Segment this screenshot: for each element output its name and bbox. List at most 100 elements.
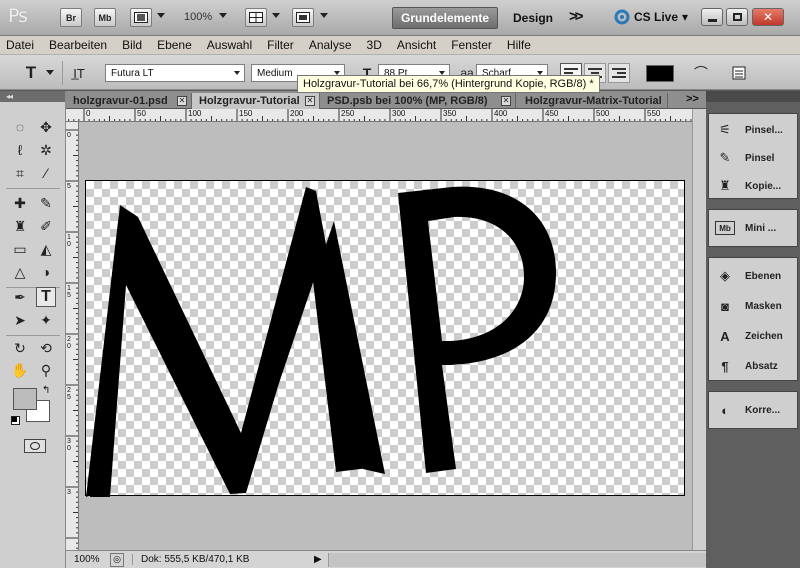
menu-bild[interactable]: Bild — [122, 38, 142, 52]
healing-brush-tool-icon[interactable]: ✚ — [10, 193, 30, 213]
bridge-button[interactable]: Br — [60, 8, 82, 27]
menu-auswahl[interactable]: Auswahl — [207, 38, 252, 52]
path-selection-tool-icon[interactable]: ➤ — [10, 310, 30, 330]
letter-m-shape-main — [90, 187, 368, 497]
move-tool-icon[interactable]: ✥ — [36, 117, 56, 137]
tool-preset-dropdown-icon[interactable] — [46, 70, 54, 75]
menu-fenster[interactable]: Fenster — [451, 38, 492, 52]
ruler-tick-label: 50 — [137, 109, 146, 118]
font-family-select[interactable]: Futura LT — [105, 64, 245, 82]
brush-tool-icon[interactable]: ✎ — [36, 193, 56, 213]
status-menu-arrow-icon[interactable]: ▶ — [314, 554, 328, 565]
mp-text-layer[interactable] — [86, 181, 686, 497]
document-workspace[interactable] — [79, 122, 692, 550]
history-brush-tool-icon[interactable]: ✐ — [36, 216, 56, 236]
blur-tool-icon[interactable]: △ — [10, 262, 30, 282]
screen-mode-button[interactable] — [292, 8, 314, 27]
eraser-tool-icon[interactable]: ▭ — [10, 239, 30, 259]
quick-mask-button[interactable] — [24, 439, 46, 453]
panel-mini-bridge[interactable]: Mb Mini ... — [711, 216, 797, 240]
align-right-button[interactable] — [608, 63, 630, 83]
horizontal-scrollbar[interactable] — [328, 552, 706, 567]
menu-3d[interactable]: 3D — [367, 38, 382, 52]
panel-adjustments[interactable]: ◐ Korre... — [711, 398, 797, 422]
panel-paragraph[interactable]: ¶ Absatz — [711, 354, 797, 378]
vertical-scrollbar[interactable] — [692, 109, 706, 550]
panel-dock-header[interactable] — [706, 91, 800, 102]
cs-live-dropdown-icon: ▾ — [682, 10, 689, 24]
panel-layers[interactable]: ◈ Ebenen — [711, 264, 797, 288]
menu-datei[interactable]: Datei — [6, 38, 34, 52]
crop-tool-icon[interactable]: ⌗ — [10, 163, 30, 183]
minimize-button[interactable] — [701, 8, 723, 26]
tab-close-icon[interactable]: ✕ — [305, 96, 315, 106]
tab-close-icon[interactable]: ✕ — [501, 96, 511, 106]
view-extras-dropdown-icon[interactable] — [157, 13, 165, 18]
panel-brush[interactable]: ✎ Pinsel — [711, 146, 797, 170]
panel-character[interactable]: A Zeichen — [711, 324, 797, 348]
restore-button[interactable] — [726, 8, 748, 26]
document-size-info[interactable]: Dok: 555,5 KB/470,1 KB — [132, 554, 314, 565]
mini-bridge-button[interactable]: Mb — [94, 8, 116, 27]
panel-clone-source[interactable]: ♜ Kopie... — [711, 174, 797, 198]
zoom-level[interactable]: 100% — [184, 11, 212, 23]
marquee-tool-icon[interactable]: ◌ — [10, 117, 30, 137]
menu-analyse[interactable]: Analyse — [309, 38, 352, 52]
clone-stamp-tool-icon[interactable]: ♜ — [10, 216, 30, 236]
tool-preset-picker-icon[interactable]: T — [20, 63, 42, 83]
arrange-documents-button[interactable] — [245, 8, 267, 27]
tabs-overflow-icon[interactable]: >> — [686, 93, 699, 105]
3d-orbit-tool-icon[interactable]: ⟲ — [36, 338, 56, 358]
menu-ansicht[interactable]: Ansicht — [397, 38, 436, 52]
type-tool-icon[interactable]: T — [36, 287, 56, 307]
more-workspaces-icon[interactable]: >> — [569, 8, 583, 25]
lasso-tool-icon[interactable]: ℓ — [10, 140, 30, 160]
pen-tool-icon[interactable]: ✒ — [10, 287, 30, 307]
custom-shape-tool-icon[interactable]: ✦ — [36, 310, 56, 330]
character-panel-toggle-icon[interactable] — [728, 63, 750, 83]
tab-holzgravur-matrix-tutorial[interactable]: Holzgravur-Matrix-Tutorial — [518, 93, 668, 109]
tab-holzgravur-01[interactable]: holzgravur-01.psd ✕ — [66, 93, 192, 109]
zoom-tool-icon[interactable]: ⚲ — [36, 360, 56, 380]
close-button[interactable]: ✕ — [752, 8, 784, 26]
default-colors-icon[interactable] — [11, 416, 20, 425]
ruler-horizontal: 0501001502002503003504004505005506 — [66, 109, 692, 122]
3d-rotate-tool-icon[interactable]: ↻ — [10, 338, 30, 358]
status-zoom-field[interactable]: 100% — [66, 554, 110, 565]
toggle-text-orientation-icon[interactable]: I̲T — [68, 63, 90, 83]
paint-bucket-tool-icon[interactable]: ◭ — [36, 239, 56, 259]
status-info-icon[interactable]: ◎ — [110, 552, 124, 567]
view-extras-button[interactable] — [130, 8, 152, 27]
zoom-dropdown-icon[interactable] — [219, 13, 227, 18]
tab-close-icon[interactable]: ✕ — [177, 96, 187, 106]
workspace-grundelemente-button[interactable]: Grundelemente — [392, 7, 498, 29]
eyedropper-tool-icon[interactable]: ⁄ — [36, 163, 56, 183]
document-canvas[interactable] — [85, 180, 686, 497]
cs-live-menu[interactable]: CS Live ▾ — [614, 9, 688, 25]
foreground-color-swatch[interactable] — [13, 388, 37, 410]
text-color-swatch[interactable] — [646, 65, 674, 82]
panel-label: Ebenen — [745, 270, 782, 282]
workspace-design-button[interactable]: Design — [513, 11, 553, 25]
application-bar: Ps Br Mb 100% Grundelemente Design >> CS… — [0, 0, 800, 36]
menu-bearbeiten[interactable]: Bearbeiten — [49, 38, 107, 52]
document-tabs: holzgravur-01.psd ✕ Holzgravur-Tutorial ✕ … — [66, 91, 706, 109]
close-icon: ✕ — [762, 10, 774, 24]
screen-mode-dropdown-icon[interactable] — [320, 13, 328, 18]
tools-panel-collapse-icon[interactable]: ◂◂ — [0, 91, 65, 102]
panel-brush-presets[interactable]: ⚟ Pinsel... — [711, 118, 797, 142]
tab-psd-psb[interactable]: PSD.psb bei 100% (MP, RGB/8) ✕ — [320, 93, 516, 109]
menu-ebene[interactable]: Ebene — [157, 38, 192, 52]
panel-masks[interactable]: ◙ Masken — [711, 294, 797, 318]
warp-text-icon[interactable]: ⌒ — [690, 63, 712, 83]
tab-holzgravur-tutorial[interactable]: Holzgravur-Tutorial ✕ — [192, 93, 320, 109]
magic-wand-tool-icon[interactable]: ✲ — [36, 140, 56, 160]
dodge-tool-icon[interactable]: ◑ — [36, 262, 56, 282]
menu-filter[interactable]: Filter — [267, 38, 294, 52]
ruler-tick-label: 1 0 — [67, 234, 71, 248]
menu-hilfe[interactable]: Hilfe — [507, 38, 531, 52]
hand-tool-icon[interactable]: ✋ — [10, 360, 30, 380]
mini-bridge-icon: Mb — [715, 221, 735, 235]
swap-colors-icon[interactable]: ↰ — [42, 385, 50, 396]
arrange-dropdown-icon[interactable] — [272, 13, 280, 18]
